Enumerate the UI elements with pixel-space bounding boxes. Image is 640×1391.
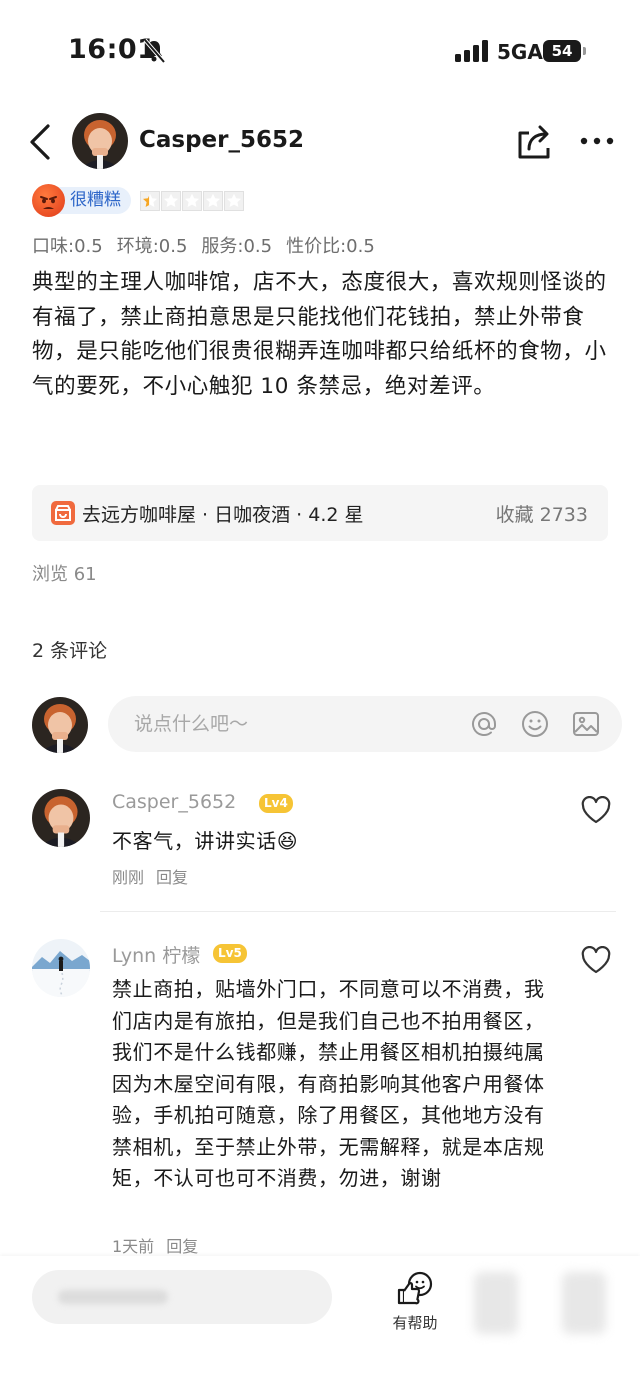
battery-tip <box>583 47 586 55</box>
shop-card[interactable]: 去远方咖啡屋 · 日咖夜酒 · 4.2 星 收藏 2733 <box>32 485 608 541</box>
angry-face-icon <box>32 184 65 217</box>
star-empty-icon <box>182 191 202 211</box>
star-empty-icon <box>161 191 181 211</box>
reply-button[interactable]: 回复 <box>156 868 188 887</box>
status-bar: 16:01 5GA 54 <box>0 0 640 100</box>
avatar-image <box>32 697 88 753</box>
header: Casper_5652 <box>0 105 640 177</box>
avatar-image <box>72 113 128 169</box>
comment-time: 1天前 <box>112 1237 155 1256</box>
avatar-image <box>32 789 90 847</box>
comment-input-row <box>0 695 640 755</box>
bottom-comment-input[interactable] <box>32 1270 332 1324</box>
level-badge: Lv4 <box>259 794 293 813</box>
comment-item: Casper_5652 Lv4 不客气，讲讲实话😆 刚刚 回复 <box>0 789 640 899</box>
comment-meta: 刚刚 回复 <box>112 864 200 888</box>
comment-time: 刚刚 <box>112 868 145 887</box>
mention-icon[interactable] <box>470 710 498 738</box>
heart-icon[interactable] <box>581 946 611 974</box>
bottom-action-bar: 有帮助 <box>0 1256 640 1391</box>
comment-item: Lynn 柠檬 Lv5 禁止商拍，贴墙外门口，不同意可以不消费，我们店内是有旅拍… <box>0 939 640 1257</box>
comment-text: 禁止商拍，贴墙外门口，不同意可以不消费，我们店内是有旅拍，但是我们自己也不拍用餐… <box>112 977 545 1190</box>
more-icon[interactable] <box>579 129 615 153</box>
helpful-button[interactable]: 有帮助 <box>380 1270 450 1340</box>
emoji-icon[interactable] <box>521 710 549 738</box>
review-body: 典型的主理人咖啡馆，店不大，态度很大，喜欢规则怪谈的有福了，禁止商拍意思是只能找… <box>32 270 607 399</box>
commenter-name[interactable]: Casper_5652 <box>112 791 236 813</box>
network-type: 5GA <box>497 40 543 64</box>
blurred-action-button[interactable] <box>474 1272 518 1334</box>
back-icon[interactable] <box>26 123 56 161</box>
thumbs-up-smile-icon <box>397 1271 433 1305</box>
reply-button[interactable]: 回复 <box>166 1237 198 1256</box>
avatar-image <box>32 939 90 997</box>
commenter-avatar[interactable] <box>32 939 90 997</box>
star-empty-icon <box>224 191 244 211</box>
battery-level: 54 <box>543 40 581 62</box>
signal-icon <box>455 40 488 62</box>
shop-favorites: 收藏 2733 <box>495 504 588 526</box>
share-icon[interactable] <box>515 121 553 161</box>
commenter-name[interactable]: Lynn 柠檬 <box>112 941 200 968</box>
rating-label: 很糟糕 <box>58 187 131 214</box>
author-avatar[interactable] <box>72 113 128 169</box>
score-value: 性价比:0.5 <box>286 236 375 257</box>
comment-meta: 1天前 回复 <box>112 1233 210 1257</box>
commenter-avatar[interactable] <box>32 789 90 847</box>
star-empty-icon <box>203 191 223 211</box>
author-name[interactable]: Casper_5652 <box>139 127 304 153</box>
shop-name: 去远方咖啡屋 · 日咖夜酒 · 4.2 星 <box>82 504 364 526</box>
score-service: 服务:0.5 <box>201 236 273 257</box>
star-half-icon <box>140 191 160 211</box>
blurred-action-button[interactable] <box>562 1272 606 1334</box>
score-taste: 口味:0.5 <box>32 236 103 257</box>
sub-scores: 口味:0.5 环境:0.5 服务:0.5 性价比:0.5 <box>32 232 389 258</box>
score-environment: 环境:0.5 <box>116 236 188 257</box>
image-icon[interactable] <box>572 710 600 738</box>
view-count: 浏览 61 <box>32 564 97 585</box>
heart-icon[interactable] <box>581 796 611 824</box>
shop-icon <box>51 501 75 525</box>
my-avatar <box>32 697 88 753</box>
bell-muted-icon <box>143 38 166 64</box>
level-badge: Lv5 <box>213 944 247 963</box>
comment-divider <box>100 911 616 912</box>
helpful-label: 有帮助 <box>392 1314 438 1332</box>
blurred-placeholder <box>58 1290 168 1304</box>
comments-header: 2 条评论 <box>32 640 108 662</box>
comment-text: 不客气，讲讲实话😆 <box>112 829 299 853</box>
battery-icon: 54 <box>543 40 587 62</box>
star-rating <box>140 191 246 211</box>
